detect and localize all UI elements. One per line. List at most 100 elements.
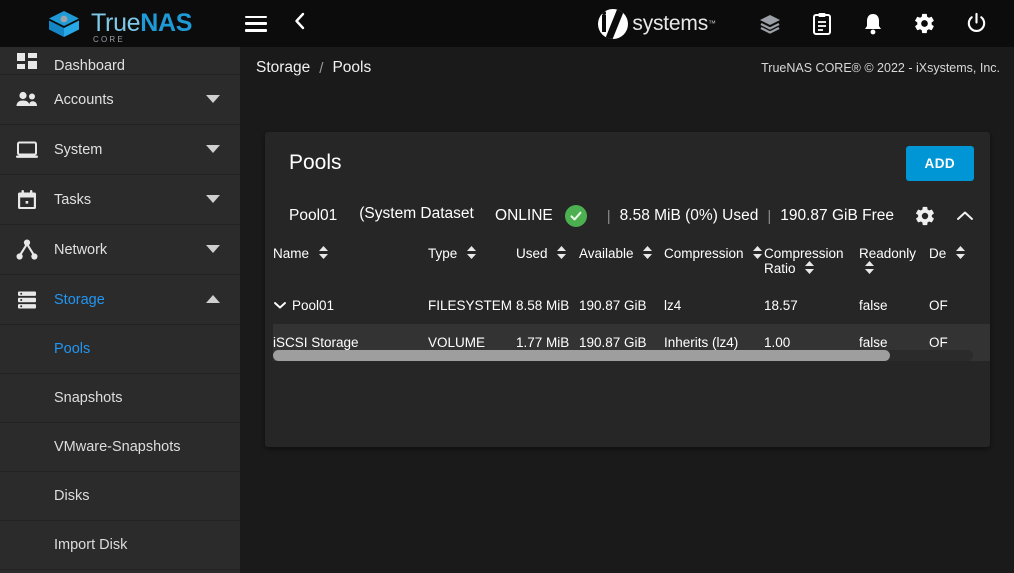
accounts-icon bbox=[0, 90, 54, 110]
sidebar-item-system[interactable]: System bbox=[0, 125, 240, 175]
sidebar-item-disks[interactable]: Disks bbox=[0, 472, 240, 521]
column-header-spacer bbox=[989, 238, 990, 287]
breadcrumb-current: Pools bbox=[332, 59, 372, 76]
pools-card-header: Pools ADD bbox=[265, 132, 990, 194]
chevron-up-icon[interactable] bbox=[956, 210, 974, 222]
gear-icon[interactable] bbox=[914, 205, 936, 227]
copyright-text: TrueNAS CORE® © 2022 - iXsystems, Inc. bbox=[761, 61, 1000, 75]
pool-separator: | bbox=[767, 207, 772, 225]
pools-table-wrapper: Name Type Used Available Compression Com… bbox=[265, 238, 990, 361]
cell-available: 190.87 GiB bbox=[579, 298, 647, 313]
sort-icon[interactable] bbox=[804, 261, 815, 277]
scrollbar-thumb[interactable] bbox=[273, 350, 890, 361]
pool-separator: | bbox=[606, 207, 611, 225]
cell-used: 8.58 MiB bbox=[516, 298, 570, 313]
sort-icon[interactable] bbox=[955, 246, 966, 262]
chevron-up-icon[interactable] bbox=[206, 291, 220, 309]
pool-free: 190.87 GiB Free bbox=[780, 207, 894, 224]
sidebar-subitem-label: Pools bbox=[54, 341, 91, 357]
column-label: Used bbox=[516, 246, 548, 261]
pool-name: Pool01 bbox=[289, 207, 338, 224]
sort-icon[interactable] bbox=[556, 246, 567, 262]
table-row[interactable]: Pool01 FILESYSTEM 8.58 MiB 190.87 GiB lz… bbox=[273, 287, 990, 324]
sidebar-item-storage[interactable]: Storage bbox=[0, 275, 240, 325]
column-label: Compression bbox=[664, 246, 744, 261]
add-button[interactable]: ADD bbox=[905, 145, 974, 181]
layers-icon[interactable] bbox=[758, 12, 782, 36]
sidebar-item-pools[interactable]: Pools bbox=[0, 325, 240, 374]
hamburger-menu-icon[interactable] bbox=[245, 15, 268, 32]
brand-wordmark: TrueNAS CORE bbox=[91, 9, 193, 44]
column-label: Readonly bbox=[859, 246, 917, 261]
pools-card: Pools ADD Pool01 (System Dataset Pool) O… bbox=[265, 132, 990, 447]
cell-readonly: false bbox=[859, 298, 888, 313]
sort-icon[interactable] bbox=[466, 246, 477, 262]
truenas-logo[interactable]: TrueNAS CORE bbox=[46, 9, 193, 44]
horizontal-scrollbar[interactable] bbox=[273, 350, 973, 361]
column-header-dedup[interactable]: De bbox=[929, 238, 989, 287]
sidebar-item-snapshots[interactable]: Snapshots bbox=[0, 374, 240, 423]
column-header-available[interactable]: Available bbox=[579, 238, 664, 287]
ixsystems-logo: systems ™ bbox=[598, 8, 716, 39]
sidebar-item-accounts[interactable]: Accounts bbox=[0, 75, 240, 125]
pool-status: ONLINE bbox=[495, 207, 553, 224]
brand-nas: NAS bbox=[140, 9, 193, 37]
pool-used: 8.58 MiB (0%) Used bbox=[619, 207, 759, 224]
bell-icon[interactable] bbox=[862, 12, 884, 36]
gear-icon[interactable] bbox=[913, 12, 936, 35]
chevron-down-icon[interactable] bbox=[206, 91, 220, 109]
top-bar: TrueNAS CORE systems ™ bbox=[0, 0, 1014, 47]
sidebar-item-dashboard[interactable]: Dashboard bbox=[0, 47, 240, 75]
column-header-readonly[interactable]: Readonly bbox=[859, 238, 929, 287]
pool-system-dataset-note: (System Dataset Pool) bbox=[359, 205, 474, 222]
chevron-down-icon[interactable] bbox=[206, 141, 220, 159]
cell-compression-ratio: 18.57 bbox=[764, 298, 798, 313]
sidebar-subitem-label: Import Disk bbox=[54, 537, 128, 553]
column-header-compression[interactable]: Compression bbox=[664, 238, 764, 287]
cell-name: Pool01 bbox=[273, 287, 428, 324]
chevron-down-icon[interactable] bbox=[206, 241, 220, 259]
check-circle-icon bbox=[564, 205, 587, 227]
sidebar-item-label: Dashboard bbox=[54, 58, 125, 74]
breadcrumb: Storage / Pools TrueNAS CORE® © 2022 - i… bbox=[240, 47, 1014, 89]
topbar-actions: systems ™ bbox=[598, 8, 1014, 39]
column-header-used[interactable]: Used bbox=[516, 238, 579, 287]
cell-spacer bbox=[989, 287, 990, 324]
column-header-type[interactable]: Type bbox=[428, 238, 516, 287]
system-icon bbox=[0, 140, 54, 160]
sort-icon[interactable] bbox=[752, 246, 763, 262]
breadcrumb-separator: / bbox=[319, 59, 324, 77]
cell-compression: lz4 bbox=[664, 298, 682, 313]
sort-icon[interactable] bbox=[642, 246, 653, 262]
column-label: Name bbox=[273, 246, 310, 261]
sidebar-item-import-disk[interactable]: Import Disk bbox=[0, 521, 240, 570]
sidebar-item-label: Storage bbox=[54, 291, 105, 308]
chevron-down-icon[interactable] bbox=[273, 298, 287, 313]
column-label: Type bbox=[428, 246, 458, 261]
column-header-compression-ratio[interactable]: Compression Ratio bbox=[764, 238, 859, 287]
sidebar-item-vmware-snapshots[interactable]: VMware-Snapshots bbox=[0, 423, 240, 472]
table-header-row: Name Type Used Available Compression Com… bbox=[273, 238, 990, 287]
sidebar-subitem-label: Snapshots bbox=[54, 390, 123, 406]
column-header-name[interactable]: Name bbox=[273, 238, 428, 287]
sidebar-item-label: Network bbox=[54, 241, 108, 258]
sort-icon[interactable] bbox=[318, 246, 329, 262]
row-name: Pool01 bbox=[292, 298, 335, 313]
sidebar[interactable]: Dashboard Accounts System Tasks Network … bbox=[0, 47, 240, 573]
storage-icon bbox=[0, 290, 54, 310]
chevron-left-icon[interactable] bbox=[293, 11, 307, 36]
cell-dedup: OF bbox=[929, 298, 948, 313]
brand-core: CORE bbox=[93, 35, 125, 44]
breadcrumb-parent[interactable]: Storage bbox=[256, 59, 310, 77]
power-icon[interactable] bbox=[965, 12, 988, 35]
sidebar-item-tasks[interactable]: Tasks bbox=[0, 175, 240, 225]
dashboard-icon bbox=[0, 52, 54, 74]
trademark-symbol: ™ bbox=[708, 19, 716, 28]
ixsystems-wordmark: systems bbox=[632, 11, 708, 35]
sidebar-item-network[interactable]: Network bbox=[0, 225, 240, 275]
clipboard-icon[interactable] bbox=[811, 12, 833, 36]
sort-icon[interactable] bbox=[864, 261, 875, 277]
pools-table: Name Type Used Available Compression Com… bbox=[273, 238, 990, 361]
page-title: Pools bbox=[289, 151, 342, 174]
chevron-down-icon[interactable] bbox=[206, 191, 220, 209]
